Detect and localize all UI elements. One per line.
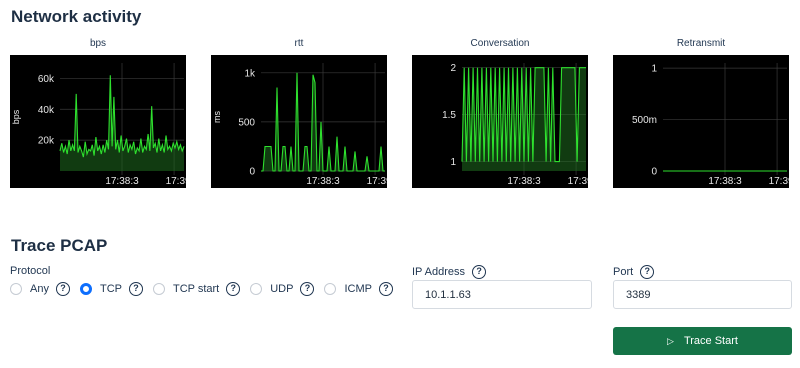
- chart-bps[interactable]: 20k 40k 60k bps 17:38:3 17:39: [10, 55, 186, 188]
- ip-address-label: IP Address ?: [412, 265, 487, 279]
- y-tick-label: 2: [450, 63, 456, 74]
- chart-retransmit[interactable]: 0 500m 1 17:38:3 17:39: [613, 55, 789, 188]
- port-input[interactable]: 3389: [613, 280, 792, 309]
- x-tick-label: 17:39: [568, 176, 588, 187]
- y-tick-label: 1: [450, 157, 456, 168]
- protocol-option-tcp[interactable]: TCP ?: [79, 282, 143, 296]
- x-tick-label: 17:38:3: [708, 176, 742, 187]
- x-tick-label: 17:38:3: [306, 176, 340, 187]
- radio-icmp[interactable]: [324, 283, 337, 295]
- protocol-option-tcp-start[interactable]: TCP start ?: [152, 282, 241, 296]
- x-tick-label: 17:39: [166, 176, 186, 187]
- protocol-label: Protocol: [10, 265, 51, 277]
- help-icon[interactable]: ?: [226, 282, 241, 296]
- help-icon[interactable]: ?: [640, 265, 655, 279]
- chart-conversation[interactable]: 1 1.5 2 17:38:3 17:39: [412, 55, 588, 188]
- y-axis-label: ms: [212, 111, 222, 123]
- protocol-option-any[interactable]: Any ?: [10, 282, 70, 296]
- ip-address-input[interactable]: 10.1.1.63: [412, 280, 592, 309]
- x-tick-label: 17:38:3: [105, 176, 139, 187]
- protocol-icmp-label[interactable]: ICMP: [344, 283, 372, 295]
- chart-rtt[interactable]: 0 500 1k ms 17:38:3 17:39: [211, 55, 387, 188]
- play-icon: ▷: [667, 335, 674, 346]
- protocol-udp-label[interactable]: UDP: [270, 283, 293, 295]
- y-tick-label: 500: [238, 117, 255, 128]
- port-label: Port ?: [613, 265, 655, 279]
- help-icon[interactable]: ?: [472, 265, 487, 279]
- chart-title-rtt: rtt: [294, 38, 304, 49]
- protocol-option-udp[interactable]: UDP ?: [250, 282, 315, 296]
- chart-title-conversation: Conversation: [470, 38, 530, 49]
- y-tick-label: 40k: [38, 105, 55, 116]
- protocol-tcp-label[interactable]: TCP: [100, 283, 122, 295]
- y-axis-label: bps: [11, 109, 21, 124]
- radio-any[interactable]: [10, 283, 22, 295]
- help-icon[interactable]: ?: [378, 282, 393, 296]
- protocol-option-icmp[interactable]: ICMP ?: [324, 282, 393, 296]
- protocol-radio-group: Any ? TCP ? TCP start ? UDP ? ICMP ?: [10, 280, 403, 298]
- help-icon[interactable]: ?: [300, 282, 315, 296]
- ip-address-label-text: IP Address: [412, 265, 465, 278]
- y-tick-label: 1: [651, 64, 657, 75]
- help-icon[interactable]: ?: [55, 282, 70, 296]
- chart-title-retransmit: Retransmit: [676, 38, 726, 49]
- trace-pcap-title: Trace PCAP: [11, 236, 108, 255]
- chart-bps-plot: 20k 40k 60k bps 17:38:3 17:39: [11, 63, 186, 187]
- help-icon[interactable]: ?: [128, 282, 143, 296]
- y-tick-label: 1.5: [442, 110, 456, 121]
- y-tick-label: 0: [651, 167, 657, 178]
- x-tick-label: 17:39: [367, 176, 387, 187]
- chart-retransmit-plot: 0 500m 1 17:38:3 17:39: [632, 63, 789, 187]
- y-tick-label: 1k: [244, 68, 256, 79]
- trace-start-button[interactable]: ▷ Trace Start: [613, 327, 792, 355]
- chart-conversation-plot: 1 1.5 2 17:38:3 17:39: [442, 63, 588, 187]
- protocol-tcp-start-label[interactable]: TCP start: [173, 283, 219, 295]
- radio-tcp-start[interactable]: [152, 283, 165, 295]
- port-label-text: Port: [613, 265, 634, 278]
- chart-title-bps: bps: [89, 38, 107, 49]
- y-tick-label: 0: [249, 167, 255, 178]
- trace-start-label: Trace Start: [683, 335, 738, 347]
- x-tick-label: 17:38:3: [507, 176, 541, 187]
- y-tick-label: 500m: [632, 115, 657, 126]
- radio-udp[interactable]: [250, 283, 263, 295]
- y-tick-label: 60k: [38, 74, 55, 85]
- y-tick-label: 20k: [38, 136, 55, 147]
- protocol-any-label[interactable]: Any: [30, 283, 49, 295]
- chart-rtt-plot: 0 500 1k ms 17:38:3 17:39: [212, 63, 387, 187]
- x-tick-label: 17:39: [769, 176, 789, 187]
- radio-tcp[interactable]: [79, 283, 92, 295]
- network-activity-title: Network activity: [11, 7, 142, 26]
